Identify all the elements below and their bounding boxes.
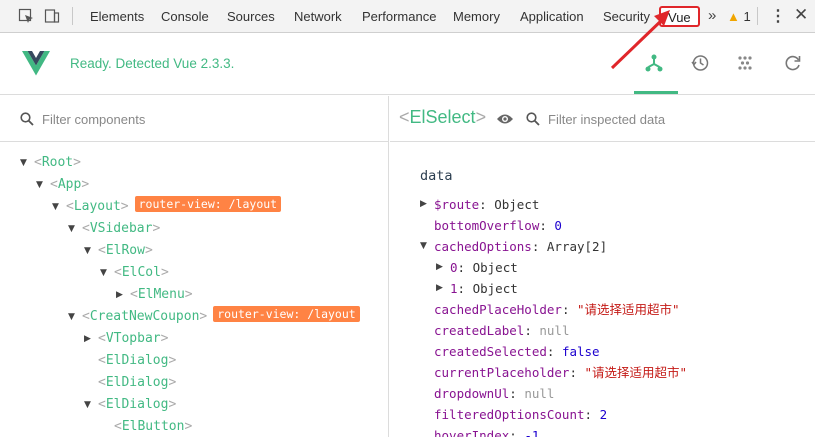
warning-count: 1 xyxy=(743,9,751,24)
vue-devtools-header: Ready. Detected Vue 2.3.3. xyxy=(0,33,815,95)
expand-icon: ▶ xyxy=(420,199,427,209)
components-icon[interactable] xyxy=(642,51,666,75)
tree-node[interactable]: <ElDialog> xyxy=(84,372,176,394)
history-icon[interactable] xyxy=(688,51,712,75)
collapse-icon[interactable]: ▼ xyxy=(100,262,114,284)
component-name: CreatNewCoupon xyxy=(89,309,200,324)
tab-memory[interactable]: Memory xyxy=(453,9,500,24)
data-property[interactable]: cachedPlaceHolder: "请选择适用超市" xyxy=(420,299,680,320)
data-property[interactable]: ▶ 0: Object xyxy=(436,257,518,278)
data-property[interactable]: dropdownUl: null xyxy=(420,383,554,404)
selected-component-name: <ElSelect> xyxy=(399,107,487,127)
collapse-icon[interactable]: ▼ xyxy=(52,196,66,218)
tree-node[interactable]: ▼ <App> xyxy=(36,174,89,196)
tree-node[interactable]: ▼ <VSidebar> xyxy=(68,218,160,240)
detection-status: Ready. Detected Vue 2.3.3. xyxy=(70,56,235,71)
filter-components-input[interactable] xyxy=(42,110,372,128)
eye-icon[interactable] xyxy=(496,112,514,126)
component-name: ElDialog xyxy=(105,375,169,390)
warnings-indicator[interactable]: ▲ 1 xyxy=(727,9,751,24)
tab-sources[interactable]: Sources xyxy=(227,9,275,24)
expand-icon[interactable]: ▶ xyxy=(84,328,98,350)
tab-console[interactable]: Console xyxy=(161,9,209,24)
filter-inspected-data-input[interactable] xyxy=(548,110,798,128)
collapse-icon[interactable]: ▼ xyxy=(68,218,82,240)
component-name: ElCol xyxy=(121,265,161,280)
vue-logo xyxy=(22,51,50,76)
tree-node[interactable]: ▼ <Layout> router-view: /layout xyxy=(52,196,282,218)
expand-icon[interactable]: ▶ xyxy=(116,284,130,306)
data-property[interactable]: filteredOptionsCount: 2 xyxy=(420,404,607,425)
vuex-icon[interactable] xyxy=(733,51,757,75)
component-inspector-panel: <ElSelect> data ▶$route: Object bottomOv… xyxy=(390,96,815,437)
collapse-icon[interactable]: ▼ xyxy=(36,174,50,196)
component-name: App xyxy=(57,177,82,192)
tree-node[interactable]: ▶ <VTopbar> xyxy=(84,328,168,350)
search-icon xyxy=(20,112,34,126)
collapse-icon[interactable]: ▼ xyxy=(84,240,98,262)
tree-node[interactable]: ▶ <ElMenu> xyxy=(116,284,193,306)
tree-node[interactable]: ▼ <ElCol> xyxy=(100,262,169,284)
tab-application[interactable]: Application xyxy=(520,9,584,24)
tree-node[interactable]: ▼ <Root> xyxy=(20,152,81,174)
tab-performance[interactable]: Performance xyxy=(362,9,436,24)
warning-icon: ▲ xyxy=(727,9,740,24)
collapse-icon: ▼ xyxy=(420,241,427,251)
component-filter-bar xyxy=(0,96,388,142)
close-devtools-icon[interactable]: ✕ xyxy=(794,5,808,25)
devtools-tabbar: Elements Console Sources Network Perform… xyxy=(0,0,815,33)
tab-security[interactable]: Security xyxy=(603,9,650,24)
tree-node[interactable]: <ElDialog> xyxy=(84,350,176,372)
component-name: ElDialog xyxy=(105,397,169,412)
expand-icon: ▶ xyxy=(436,283,443,293)
data-property[interactable]: createdLabel: null xyxy=(420,320,569,341)
toolbar-divider xyxy=(757,7,758,25)
tree-node[interactable]: ▼ <CreatNewCoupon> router-view: /layout xyxy=(68,306,360,328)
data-property[interactable]: ▼ cachedOptions: Array[2] xyxy=(420,236,607,257)
data-property[interactable]: ▶ $route: Object xyxy=(420,194,539,215)
router-view-badge: router-view: /layout xyxy=(134,196,282,212)
data-property[interactable]: createdSelected: false xyxy=(420,341,600,362)
refresh-icon[interactable] xyxy=(781,51,805,75)
tab-elements[interactable]: Elements xyxy=(90,9,144,24)
tree-node[interactable]: ▼ <ElDialog> xyxy=(84,394,176,416)
tab-vue[interactable]: Vue xyxy=(659,6,700,27)
search-icon xyxy=(526,112,540,126)
active-tab-indicator xyxy=(634,91,678,94)
component-name: ElButton xyxy=(121,419,185,434)
component-name: Layout xyxy=(73,199,121,214)
data-section-title: data xyxy=(420,168,453,184)
router-view-badge: router-view: /layout xyxy=(213,306,360,322)
component-tree-panel: ▼<Root> ▼<App> ▼<Layout>router-view: /la… xyxy=(0,96,389,437)
collapse-icon[interactable]: ▼ xyxy=(84,394,98,416)
component-name: VTopbar xyxy=(105,331,161,346)
inspect-element-icon[interactable] xyxy=(18,8,34,24)
tree-node[interactable]: <ElButton> xyxy=(100,416,192,437)
tree-node[interactable]: ▼ <ElRow> xyxy=(84,240,153,262)
data-property[interactable]: currentPlaceholder: "请选择适用超市" xyxy=(420,362,687,383)
device-toolbar-icon[interactable] xyxy=(44,8,60,24)
more-tabs-button[interactable]: » xyxy=(708,7,716,24)
component-name: ElRow xyxy=(105,243,145,258)
expand-icon: ▶ xyxy=(436,262,443,272)
data-property[interactable]: hoverIndex: -1 xyxy=(420,425,539,437)
collapse-icon[interactable]: ▼ xyxy=(68,306,82,328)
data-property[interactable]: ▶ 1: Object xyxy=(436,278,518,299)
inspector-header: <ElSelect> xyxy=(390,96,815,142)
toolbar-divider xyxy=(72,7,73,25)
tab-network[interactable]: Network xyxy=(294,9,342,24)
more-options-icon[interactable]: ⋮ xyxy=(770,6,786,26)
data-property[interactable]: bottomOverflow: 0 xyxy=(420,215,562,236)
collapse-icon[interactable]: ▼ xyxy=(20,152,34,174)
component-name: VSidebar xyxy=(89,221,153,236)
component-name: Root xyxy=(41,155,74,170)
component-name: ElDialog xyxy=(105,353,169,368)
component-name: ElMenu xyxy=(137,287,185,302)
